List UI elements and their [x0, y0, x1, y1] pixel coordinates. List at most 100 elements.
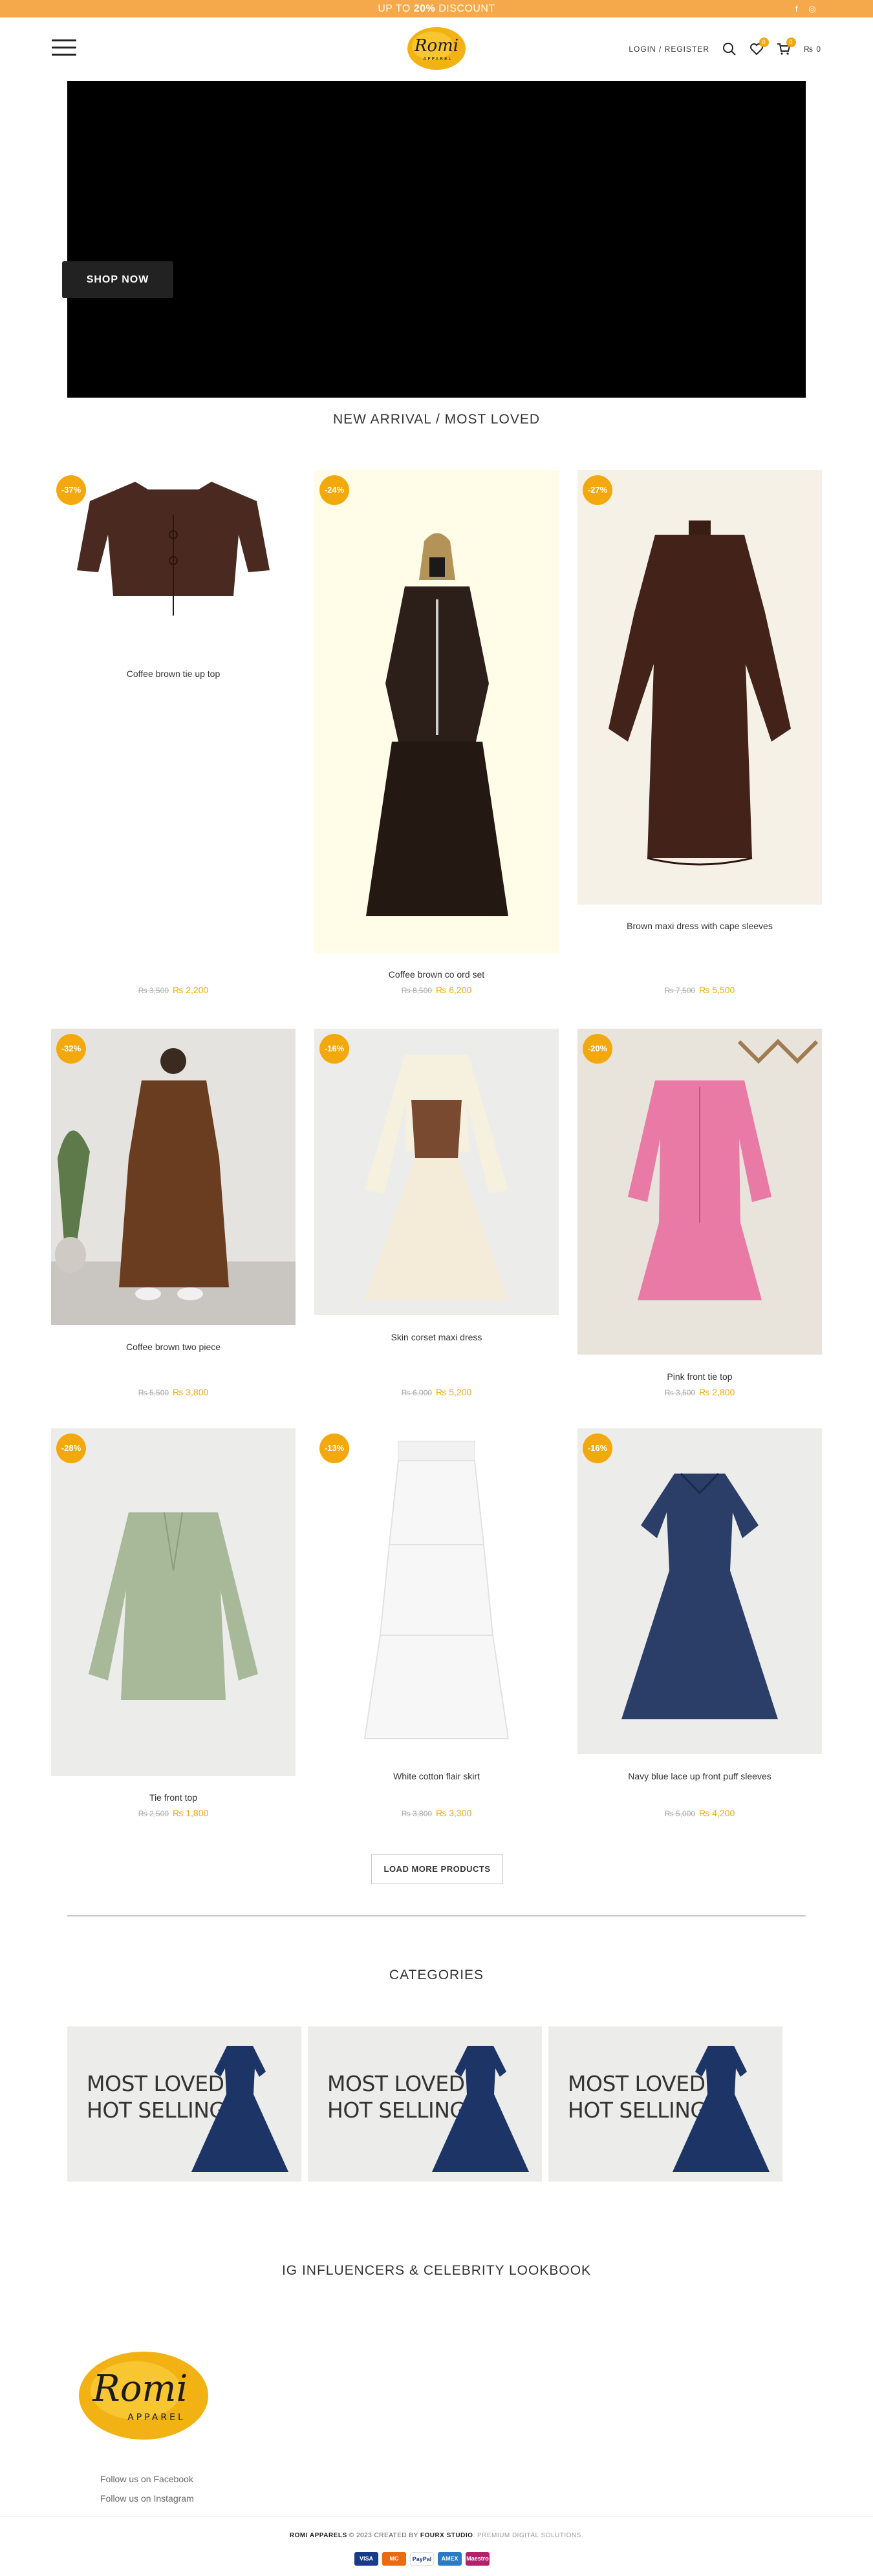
category-card-most-loved[interactable]: MOST LOVED HOT SELLING [67, 2026, 301, 2182]
discount-badge: -32% [56, 1034, 86, 1064]
sale-price: ₨ 1,800 [173, 1808, 209, 1818]
promo-bar: UP TO 20% DISCOUNT f ◎ [0, 0, 873, 17]
old-price: ₨ 6,000 [401, 1388, 433, 1397]
product-image[interactable] [314, 1029, 559, 1315]
product-card[interactable]: -28% Tie front top ₨ 2,500 ₨ 1,800 [51, 1428, 296, 1829]
product-card[interactable]: -32% Coffee brown two piece ₨ 5,500 ₨ 3,8… [51, 1029, 296, 1404]
category-card-most-loved[interactable]: MOST LOVED HOT SELLING [548, 2026, 782, 2182]
search-icon[interactable] [722, 42, 737, 56]
product-name[interactable]: Brown maxi dress with cape sleeves [577, 921, 822, 931]
discount-badge: -13% [319, 1433, 349, 1463]
product-card[interactable]: -24% Coffee brown co ord set ₨ 8,500 ₨ 6,… [314, 470, 559, 1000]
facebook-follow-link[interactable]: Follow us on Facebook [100, 2474, 193, 2484]
load-more-button[interactable]: LOAD MORE PRODUCTS [371, 1854, 503, 1884]
studio-link[interactable]: FOURX STUDIO [420, 2532, 473, 2539]
svg-text:Romi: Romi [414, 36, 458, 56]
section-divider [67, 1915, 806, 1916]
category-dress-image [673, 2046, 770, 2172]
site-header: Romi APPAREL LOGIN / REGISTER 0 0 ₨ 0 [0, 17, 873, 81]
product-price: ₨ 6,000 ₨ 5,200 [314, 1387, 559, 1397]
product-name[interactable]: Coffee brown two piece [51, 1342, 296, 1352]
discount-badge: -16% [583, 1433, 612, 1463]
cart-count-badge: 0 [786, 38, 797, 47]
promo-text-post: DISCOUNT [435, 3, 495, 14]
product-name[interactable]: White cotton flair skirt [314, 1771, 559, 1781]
svg-text:Romi: Romi [92, 2368, 188, 2410]
hero-banner [67, 81, 806, 398]
categories-title: CATEGORIES [389, 1968, 484, 1982]
footer-bar: ROMI APPARELS © 2023 CREATED BY FOURX ST… [0, 2517, 873, 2576]
discount-badge: -28% [56, 1433, 86, 1463]
product-name[interactable]: Pink front tie top [577, 1371, 822, 1382]
shop-now-button[interactable]: SHOP NOW [62, 261, 173, 298]
old-price: ₨ 3,800 [401, 1809, 433, 1818]
brand-logo[interactable]: Romi APPAREL [404, 23, 469, 74]
instagram-follow-link[interactable]: Follow us on Instagram [100, 2493, 194, 2504]
old-price: ₨ 3,500 [138, 986, 169, 995]
sale-price: ₨ 3,800 [173, 1387, 209, 1397]
old-price: ₨ 2,500 [138, 1809, 169, 1818]
product-image[interactable] [51, 1029, 296, 1325]
sale-price: ₨ 5,500 [699, 985, 735, 995]
footer-brand-logo: Romi APPAREL [79, 2352, 208, 2440]
product-image[interactable] [314, 1428, 559, 1765]
login-register-link[interactable]: LOGIN / REGISTER [629, 45, 709, 54]
instagram-icon[interactable]: ◎ [808, 4, 816, 14]
wishlist-count-badge: 0 [759, 38, 770, 47]
product-price: ₨ 8,500 ₨ 6,200 [314, 985, 559, 995]
product-card[interactable]: -37% Coffee brown tie up top ₨ 3,500 ₨ 2,… [51, 470, 296, 1000]
facebook-icon[interactable]: f [795, 4, 798, 14]
discount-badge: -24% [319, 475, 349, 505]
wishlist-icon[interactable]: 0 [749, 38, 770, 56]
product-price: ₨ 2,500 ₨ 1,800 [51, 1808, 296, 1818]
discount-badge: -20% [583, 1034, 612, 1064]
footer-brand: ROMI APPARELS [289, 2532, 347, 2539]
product-name[interactable]: Tie front top [51, 1792, 296, 1803]
product-name[interactable]: Coffee brown co ord set [314, 969, 559, 980]
product-name[interactable]: Coffee brown tie up top [51, 669, 296, 679]
product-card[interactable]: -16% Navy blue lace up front puff sleeve… [577, 1428, 822, 1829]
product-card[interactable]: -20% Pink front tie top ₨ 3,500 ₨ 2,800 [577, 1029, 822, 1404]
sale-price: ₨ 3,300 [436, 1808, 472, 1818]
visa-icon: VISA [354, 2552, 378, 2566]
category-card-most-loved[interactable]: MOST LOVED HOT SELLING [308, 2026, 542, 2182]
product-image[interactable] [51, 1428, 296, 1776]
category-dress-image [191, 2046, 288, 2172]
product-image[interactable] [51, 470, 296, 651]
product-image[interactable] [314, 470, 559, 954]
product-name[interactable]: Navy blue lace up front puff sleeves [577, 1771, 822, 1781]
product-price: ₨ 3,500 ₨ 2,800 [577, 1387, 822, 1397]
product-image[interactable] [577, 1029, 822, 1355]
menu-icon[interactable] [52, 39, 76, 56]
product-image[interactable] [577, 470, 822, 905]
old-price: ₨ 8,500 [401, 986, 433, 995]
product-card[interactable]: -13% White cotton flair skirt ₨ 3,800 ₨ 3… [314, 1428, 559, 1829]
new-arrivals-title: NEW ARRIVAL / MOST LOVED [332, 412, 540, 427]
sale-price: ₨ 2,200 [173, 985, 209, 995]
discount-badge: -27% [583, 475, 612, 505]
sale-price: ₨ 6,200 [436, 985, 472, 995]
payment-methods: VISA MC PayPal AMEX Maestro [354, 2552, 490, 2566]
cart-total[interactable]: ₨ 0 [804, 45, 821, 54]
lookbook-title: IG INFLUENCERS & CELEBRITY LOOKBOOK [281, 2263, 592, 2278]
social-links: f ◎ [788, 0, 816, 17]
product-price: ₨ 3,800 ₨ 3,300 [314, 1808, 559, 1818]
product-price: ₨ 7,500 ₨ 5,500 [577, 985, 822, 995]
product-image[interactable] [577, 1428, 822, 1754]
category-dress-image [432, 2046, 529, 2172]
mastercard-icon: MC [382, 2552, 406, 2566]
discount-badge: -16% [319, 1034, 349, 1064]
cart-icon[interactable]: 0 [777, 38, 797, 56]
svg-text:APPAREL: APPAREL [127, 2412, 186, 2423]
amex-icon: AMEX [438, 2552, 462, 2566]
discount-badge: -37% [56, 475, 86, 505]
product-name[interactable]: Skin corset maxi dress [314, 1332, 559, 1342]
old-price: ₨ 7,500 [664, 986, 696, 995]
svg-text:APPAREL: APPAREL [424, 56, 453, 61]
product-card[interactable]: -27% Brown maxi dress with cape sleeves … [577, 470, 822, 1000]
product-card[interactable]: -16% Skin corset maxi dress ₨ 6,000 ₨ 5,2… [314, 1029, 559, 1404]
maestro-icon: Maestro [466, 2552, 490, 2566]
old-price: ₨ 5,000 [664, 1809, 696, 1818]
footer-tagline: . PREMIUM DIGITAL SOLUTIONS. [473, 2532, 584, 2539]
copyright-text: ROMI APPARELS © 2023 CREATED BY FOURX ST… [0, 2532, 873, 2539]
